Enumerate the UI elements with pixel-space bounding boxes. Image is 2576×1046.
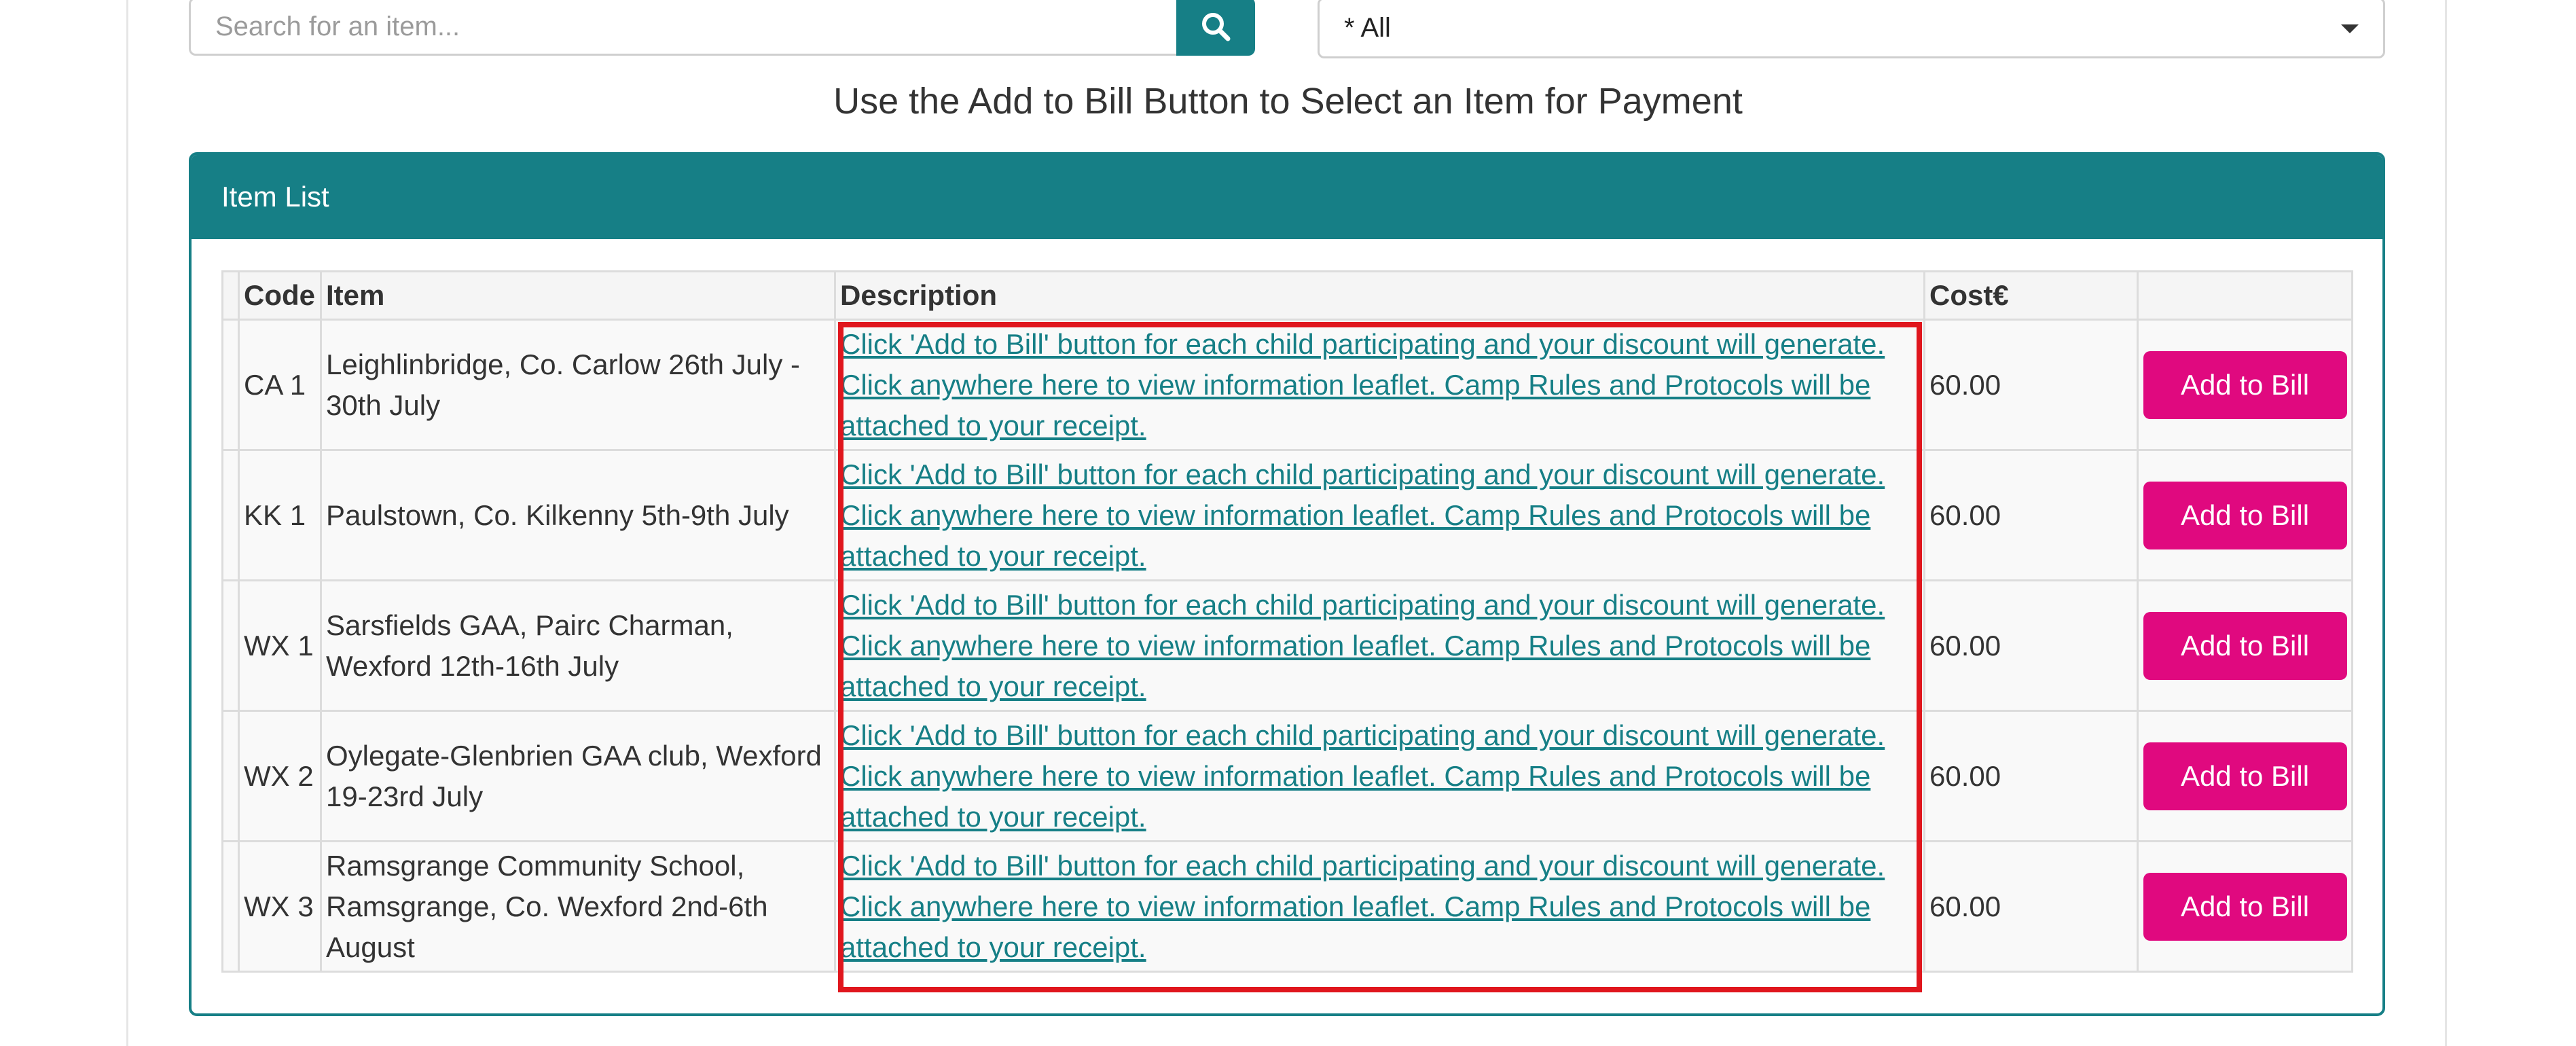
instruction-text: Use the Add to Bill Button to Select an … [833, 81, 1743, 122]
item-action-cell: Add to Bill [2137, 840, 2353, 973]
header-item: Item [320, 270, 836, 321]
item-cost: 60.00 [1923, 319, 2139, 451]
header-code: Code [238, 270, 322, 321]
add-to-bill-button[interactable]: Add to Bill [2143, 872, 2347, 941]
table-row: WX 2 Oylegate-Glenbrien GAA club, Wexfor… [221, 710, 2353, 842]
add-to-bill-button[interactable]: Add to Bill [2143, 611, 2347, 680]
item-code: WX 2 [238, 710, 322, 842]
item-cost: 60.00 [1923, 710, 2139, 842]
item-code: WX 3 [238, 840, 322, 973]
row-marker-header [221, 270, 240, 321]
right-divider [2445, 0, 2447, 1046]
header-description: Description [834, 270, 1925, 321]
category-select-value: * All [1344, 12, 1391, 43]
item-description-cell: Click 'Add to Bill' button for each chil… [834, 319, 1925, 451]
item-action-cell: Add to Bill [2137, 319, 2353, 451]
add-to-bill-button[interactable]: Add to Bill [2143, 481, 2347, 549]
search-button[interactable] [1176, 0, 1255, 56]
item-description-cell: Click 'Add to Bill' button for each chil… [834, 710, 1925, 842]
search-icon [1202, 13, 1231, 41]
header-action [2137, 270, 2353, 321]
item-action-cell: Add to Bill [2137, 710, 2353, 842]
item-list-panel: Item List Code Item Description Cost€ CA [189, 152, 2385, 1016]
item-description-link[interactable]: Click 'Add to Bill' button for each chil… [840, 324, 1919, 446]
search-bar [189, 0, 1255, 58]
item-description-cell: Click 'Add to Bill' button for each chil… [834, 449, 1925, 581]
add-to-bill-button[interactable]: Add to Bill [2143, 350, 2347, 419]
table-row: WX 1 Sarsfields GAA, Pairc Charman, Wexf… [221, 579, 2353, 712]
item-description-cell: Click 'Add to Bill' button for each chil… [834, 579, 1925, 712]
item-description-link[interactable]: Click 'Add to Bill' button for each chil… [840, 715, 1919, 837]
row-marker [221, 710, 240, 842]
item-code: CA 1 [238, 319, 322, 451]
item-description-link[interactable]: Click 'Add to Bill' button for each chil… [840, 585, 1919, 707]
item-name: Sarsfields GAA, Pairc Charman, Wexford 1… [320, 579, 836, 712]
table-row: KK 1 Paulstown, Co. Kilkenny 5th-9th Jul… [221, 449, 2353, 581]
item-description-cell: Click 'Add to Bill' button for each chil… [834, 840, 1925, 973]
table-row: CA 1 Leighlinbridge, Co. Carlow 26th Jul… [221, 319, 2353, 451]
item-description-link[interactable]: Click 'Add to Bill' button for each chil… [840, 846, 1919, 968]
item-name: Oylegate-Glenbrien GAA club, Wexford 19-… [320, 710, 836, 842]
left-divider [126, 0, 128, 1046]
row-marker [221, 579, 240, 712]
table-row: WX 3 Ramsgrange Community School, Ramsgr… [221, 840, 2353, 973]
item-cost: 60.00 [1923, 449, 2139, 581]
item-code: KK 1 [238, 449, 322, 581]
row-marker [221, 449, 240, 581]
item-cost: 60.00 [1923, 840, 2139, 973]
header-cost: Cost€ [1923, 270, 2139, 321]
panel-title: Item List [192, 155, 2382, 239]
items-table: Code Item Description Cost€ CA 1 Leighli… [221, 270, 2353, 973]
item-cost: 60.00 [1923, 579, 2139, 712]
item-code: WX 1 [238, 579, 322, 712]
item-name: Ramsgrange Community School, Ramsgrange,… [320, 840, 836, 973]
item-description-link[interactable]: Click 'Add to Bill' button for each chil… [840, 454, 1919, 577]
item-action-cell: Add to Bill [2137, 579, 2353, 712]
caret-down-icon [2341, 24, 2359, 33]
row-marker [221, 319, 240, 451]
item-action-cell: Add to Bill [2137, 449, 2353, 581]
row-marker [221, 840, 240, 973]
category-select[interactable]: * All [1318, 0, 2385, 58]
table-header-row: Code Item Description Cost€ [221, 270, 2353, 321]
item-name: Paulstown, Co. Kilkenny 5th-9th July [320, 449, 836, 581]
item-name: Leighlinbridge, Co. Carlow 26th July - 3… [320, 319, 836, 451]
add-to-bill-button[interactable]: Add to Bill [2143, 742, 2347, 810]
search-input[interactable] [189, 0, 1176, 56]
